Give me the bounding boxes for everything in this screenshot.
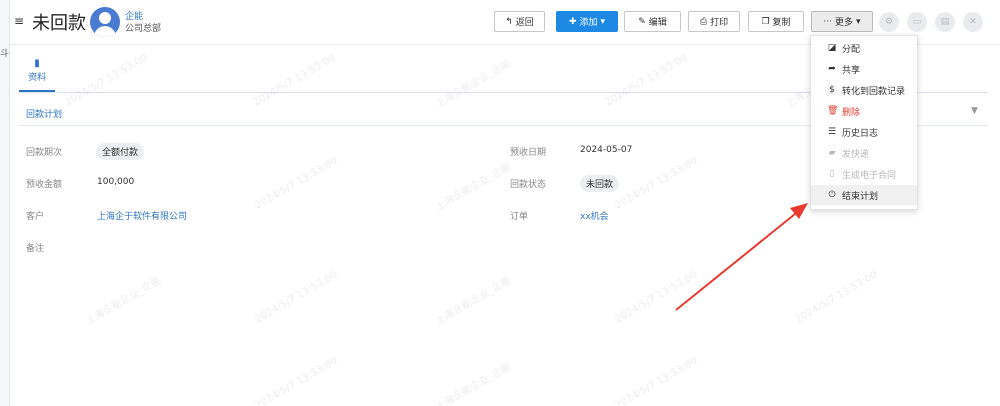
trash-icon: 🗑 xyxy=(827,106,839,116)
power-icon: ⏻ xyxy=(828,190,836,200)
watermark-company: 上海企能企业_企能 xyxy=(433,161,514,214)
add-button[interactable]: ✚ 添加 ▾ xyxy=(556,11,618,32)
left-edge-mark: 斗 xyxy=(0,49,10,59)
dollar-icon: $ xyxy=(829,85,835,95)
active-tab-indicator xyxy=(19,90,55,92)
print-button[interactable]: ⎙ 打印 xyxy=(688,11,740,32)
left-edge-panel: 斗 xyxy=(0,0,10,406)
customer-label: 客户 xyxy=(26,212,45,222)
watermark-time: 2024/5/7 13:53:00 xyxy=(253,269,340,326)
watermark-time: 2024/5/7 13:53:00 xyxy=(603,52,690,109)
watermark-company: 上海企能企业_企能 xyxy=(83,275,164,328)
watermark-company: 上海企能企业_企能 xyxy=(433,275,514,328)
back-icon: ↰ xyxy=(505,16,513,27)
ellipsis-icon: ··· xyxy=(823,16,833,27)
watermark-company: 上海企能企业_企能 xyxy=(433,361,514,406)
order-label: 订单 xyxy=(510,212,529,222)
watermark-time: 2024/5/7 13:53:00 xyxy=(63,52,150,109)
menu-item-history[interactable]: ☰ 历史日志 xyxy=(811,122,917,142)
menu-item-express: ▰ 发快递 xyxy=(828,148,870,160)
window-icon[interactable]: ▭ xyxy=(907,12,927,32)
watermark-time: 2024/5/7 13:53:00 xyxy=(251,52,338,109)
edit-button[interactable]: ✎ 编辑 xyxy=(624,11,681,32)
section-title[interactable]: 回款计划 xyxy=(26,107,62,120)
menu-item-convert[interactable]: $ 转化到回款记录 xyxy=(811,80,917,100)
settings-icon[interactable]: ⚙ xyxy=(879,12,899,32)
tab-info-label: 资料 xyxy=(27,73,46,83)
due-date-value: 2024-05-07 xyxy=(580,145,633,155)
watermark-time: 2024/5/7 13:53:00 xyxy=(613,269,700,326)
list-icon[interactable]: ≡ xyxy=(14,14,24,28)
share-icon: ➦ xyxy=(828,64,836,74)
copy-button[interactable]: ❐ 复制 xyxy=(748,11,804,32)
period-label: 回款期次 xyxy=(26,148,63,158)
chevron-down-icon[interactable]: ▼ xyxy=(971,106,978,116)
watermark-time: 2024/5/7 13:53:00 xyxy=(253,355,340,406)
edit-icon: ✎ xyxy=(638,16,646,27)
amount-value: 100,000 xyxy=(97,177,135,187)
document-icon: ▯ xyxy=(829,169,835,179)
menu-item-end-plan[interactable]: ⏻ 结束计划 xyxy=(811,185,917,205)
notes-icon[interactable]: ▤ xyxy=(935,12,955,32)
caret-down-icon: ▾ xyxy=(856,16,861,27)
avatar xyxy=(90,7,120,37)
status-label: 回款状态 xyxy=(510,180,547,190)
watermark-time: 2024/5/7 13:53:00 xyxy=(613,355,700,406)
customer-link[interactable]: 上海企于软件有限公司 xyxy=(97,209,187,222)
due-date-label: 预收日期 xyxy=(510,148,547,158)
more-button[interactable]: ··· 更多 ▾ xyxy=(811,11,873,32)
tab-info[interactable]: ▮ 资料 xyxy=(24,58,50,83)
menu-item-delete[interactable]: 🗑 删除 xyxy=(811,101,917,121)
watermark-time: 2024/5/7 13:53:00 xyxy=(253,155,340,212)
owner-department: 公司总部 xyxy=(125,24,162,34)
watermark-company: 上海企能企业_企能 xyxy=(433,58,514,111)
close-icon[interactable]: ✕ xyxy=(963,12,983,32)
status-badge: 未回款 xyxy=(580,175,620,192)
caret-down-icon: ▾ xyxy=(600,16,606,27)
amount-label: 预收金额 xyxy=(26,180,63,190)
remark-label: 备注 xyxy=(26,244,45,254)
book-icon: ▮ xyxy=(34,58,40,69)
list-icon: ☰ xyxy=(827,127,837,137)
more-menu-dropdown: ◪ 分配 ➦ 共享 $ 转化到回款记录 🗑 删除 ☰ 历史日志 ▰ 发快递 ▯ … xyxy=(810,35,918,210)
order-link[interactable]: xx机会 xyxy=(580,209,609,222)
watermark-time: 2024/5/7 13:53:00 xyxy=(793,269,880,326)
copy-icon: ❐ xyxy=(761,16,770,27)
plus-icon: ✚ xyxy=(568,16,577,27)
page-title: 未回款 xyxy=(32,13,86,34)
truck-icon: ▰ xyxy=(828,148,836,158)
menu-item-assign[interactable]: ◪ 分配 xyxy=(811,38,917,58)
menu-item-econtract: ▯ 生成电子合同 xyxy=(811,164,917,184)
menu-item-share[interactable]: ➦ 共享 xyxy=(811,59,917,79)
print-icon: ⎙ xyxy=(699,16,708,27)
period-tag: 全额付款 xyxy=(96,143,145,160)
watermark-time: 2024/5/7 13:53:00 xyxy=(613,155,700,212)
assign-icon: ◪ xyxy=(827,43,837,53)
back-button[interactable]: ↰ 返回 xyxy=(494,11,545,32)
